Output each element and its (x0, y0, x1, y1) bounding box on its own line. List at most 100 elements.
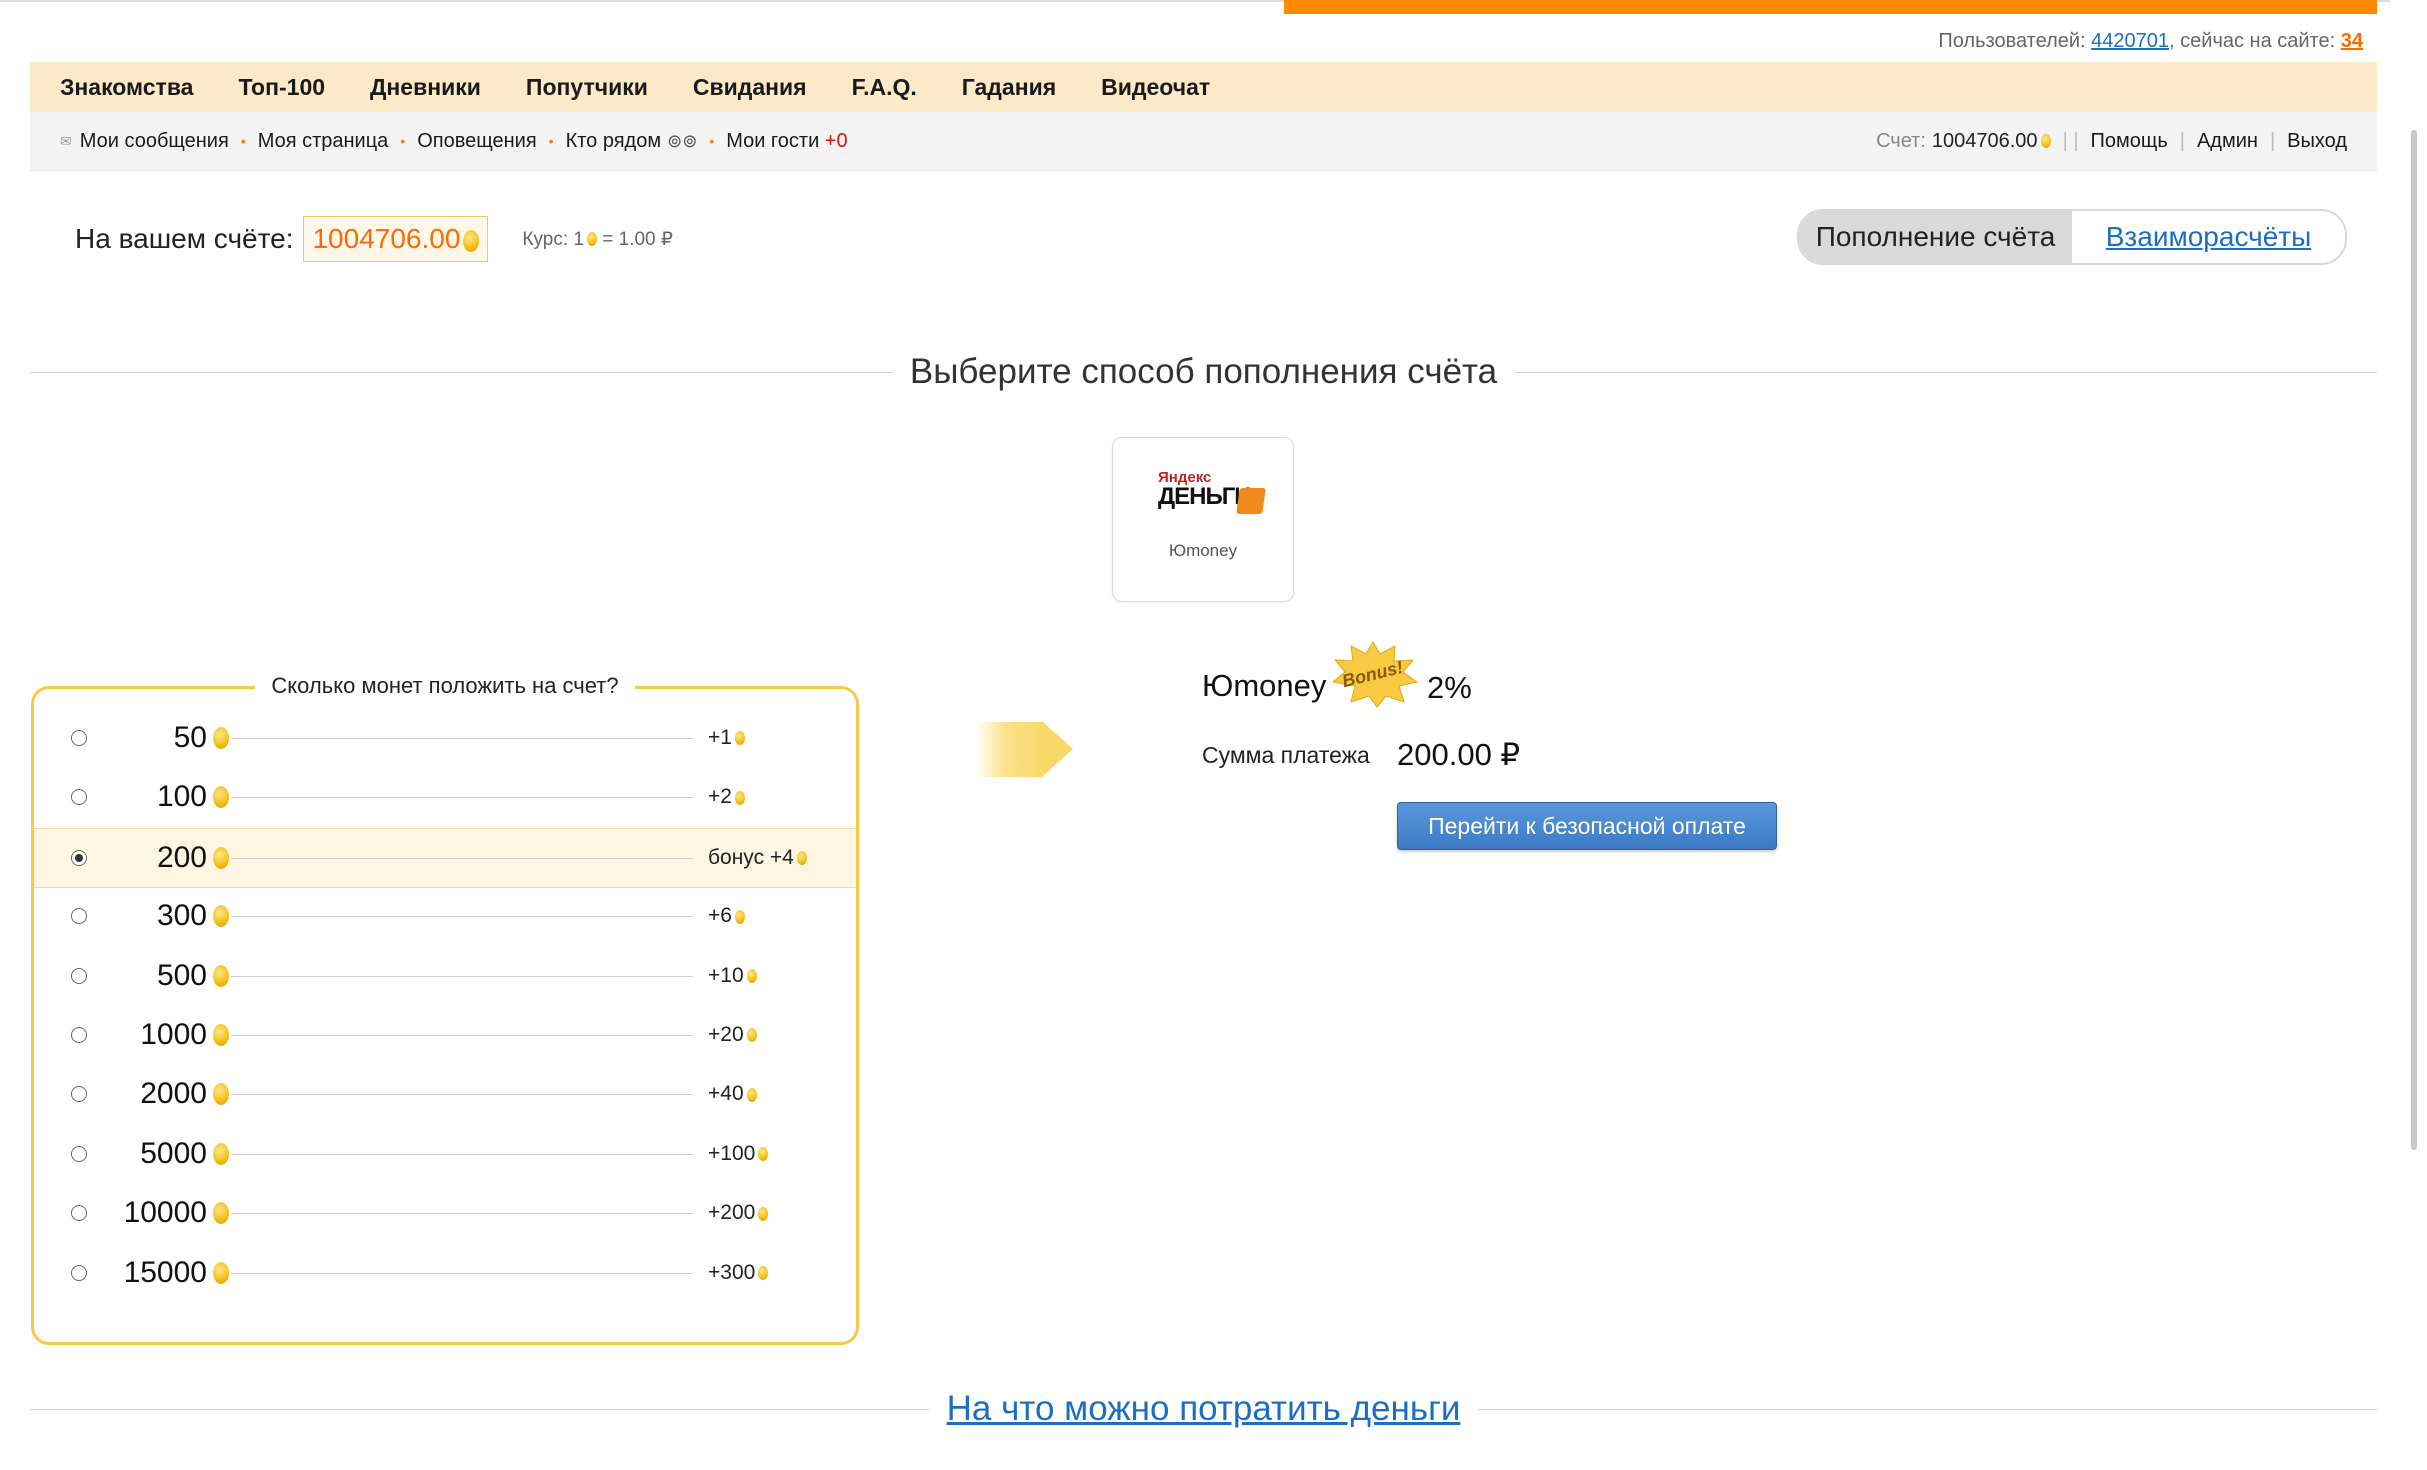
coin-icon (586, 232, 597, 247)
nav-item-top100[interactable]: Топ-100 (238, 74, 325, 101)
logout-link[interactable]: Выход (2287, 130, 2347, 153)
coin-option-row[interactable]: 200 бонус +4 (34, 827, 856, 888)
coins-amount-panel: Сколько монет положить на счет? 50 +1 100 +… (31, 673, 859, 1345)
binoculars-icon: ⊚⊚ (667, 130, 698, 151)
admin-link[interactable]: Админ (2197, 130, 2258, 153)
coin-bonus-text: бонус +4 (708, 845, 794, 869)
payment-method-card[interactable]: Яндекс ДЕНЬГИ Юmoney (1112, 437, 1294, 602)
nav-item-faq[interactable]: F.A.Q. (852, 74, 917, 101)
my-guests-link[interactable]: Мои гости +0 (726, 130, 847, 153)
coin-bonus-text: +100 (708, 1141, 756, 1165)
divider-line (30, 371, 892, 373)
secure-payment-button[interactable]: Перейти к безопасной оплате (1397, 802, 1777, 850)
separator-dot: • (240, 133, 246, 149)
balance-value-box: 1004706.00 (303, 216, 489, 262)
coin-option-row[interactable]: 50 +1 (34, 709, 856, 767)
coin-amount: 500 (156, 958, 207, 992)
row-leader-line (231, 1094, 693, 1096)
coin-bonus: +100 (708, 1141, 769, 1166)
coin-icon (758, 1266, 769, 1281)
orange-accent-strip (1284, 0, 2377, 14)
coin-bonus: +300 (708, 1261, 769, 1285)
coins-legend-text: Сколько монет положить на счет? (255, 673, 635, 698)
bonus-star-icon: Bonus! (1331, 641, 1419, 708)
amount-radio[interactable] (71, 1205, 87, 1222)
my-page-link[interactable]: Моя страница (258, 130, 389, 153)
amount-radio[interactable] (71, 908, 87, 925)
coin-option-row[interactable]: 100 +2 (34, 768, 856, 826)
coin-bonus: +1 (708, 726, 745, 750)
balance-label: На вашем счёте: (75, 223, 294, 254)
coin-icon (213, 1261, 229, 1284)
coin-amount: 1000 (140, 1018, 207, 1051)
wallet-icon (1236, 488, 1266, 514)
amount-radio[interactable] (71, 1086, 87, 1103)
coin-option-row[interactable]: 2000 +40 (34, 1065, 856, 1123)
coin-amount: 300 (156, 899, 207, 933)
sub-nav: ✉ Мои сообщения • Моя страница • Оповеще… (30, 112, 2377, 171)
coin-option-row[interactable]: 1000 +20 (34, 1006, 856, 1064)
divider-line (1478, 1408, 2377, 1410)
spend-money-link[interactable]: На что можно потратить деньги (929, 1389, 1479, 1429)
amount-radio[interactable] (71, 849, 87, 866)
section-heading: Выберите способ пополнения счёта (30, 352, 2378, 392)
row-leader-line (231, 857, 693, 859)
coin-icon (758, 1147, 769, 1162)
coin-option-row[interactable]: 5000 +100 (34, 1125, 856, 1183)
nav-item-znakomstva[interactable]: Знакомства (60, 74, 193, 101)
coin-amount: 100 (156, 780, 207, 814)
amount-radio[interactable] (71, 1027, 87, 1043)
payment-sum-label: Сумма платежа (1202, 742, 1370, 768)
rate-suffix: = 1.00 ₽ (602, 228, 673, 250)
coin-option-row[interactable]: 10000 +200 (34, 1184, 856, 1242)
nav-item-dates[interactable]: Свидания (693, 74, 807, 101)
coin-icon (213, 964, 229, 987)
nav-item-fortune[interactable]: Гадания (962, 74, 1056, 101)
coin-option-row[interactable]: 500 +10 (34, 947, 856, 1005)
scrollbar[interactable] (2390, 0, 2427, 1470)
exchange-rate: Курс: 1 = 1.00 ₽ (522, 228, 673, 251)
my-messages-link[interactable]: Мои сообщения (80, 130, 229, 153)
row-leader-line (231, 975, 693, 977)
coin-amount: 5000 (140, 1136, 207, 1170)
coin-bonus: +2 (708, 785, 745, 809)
users-count-link[interactable]: 4420701 (2091, 30, 2169, 52)
amount-radio[interactable] (71, 1264, 87, 1281)
online-count-link[interactable]: 34 (2341, 30, 2363, 52)
coin-bonus-text: +40 (708, 1082, 744, 1106)
row-leader-line (231, 797, 693, 799)
amount-radio[interactable] (71, 1145, 87, 1162)
nav-item-travel-mates[interactable]: Попутчики (526, 74, 648, 101)
payment-sum-value: 200.00 ₽ (1397, 737, 1521, 772)
separator-dot: • (400, 133, 406, 149)
notifications-link[interactable]: Оповещения (417, 130, 536, 153)
coin-bonus-text: +2 (708, 785, 732, 809)
footer-row: На что можно потратить деньги (30, 1384, 2377, 1434)
amount-radio[interactable] (71, 730, 87, 746)
guests-count: +0 (824, 129, 848, 152)
envelope-icon: ✉ (60, 132, 72, 149)
amount-radio[interactable] (71, 967, 87, 984)
coin-option-row[interactable]: 300 +6 (34, 887, 856, 945)
nav-item-videochat[interactable]: Видеочат (1101, 74, 1210, 101)
nearby-link[interactable]: Кто рядом (566, 130, 662, 153)
nav-item-diaries[interactable]: Дневники (370, 74, 481, 101)
coin-option-row[interactable]: 15000 +300 (34, 1244, 856, 1302)
coin-icon (758, 1206, 769, 1221)
scrollbar-thumb[interactable] (2411, 130, 2417, 1150)
tab-settlements[interactable]: Взаиморасчёты (2072, 211, 2345, 263)
divider-line (1515, 371, 2378, 373)
tab-top-up[interactable]: Пополнение счёта (1799, 211, 2072, 263)
main-nav: Знакомства Топ-100 Дневники Попутчики Св… (30, 62, 2377, 112)
coin-amount: 50 (173, 721, 207, 754)
help-link[interactable]: Помощь (2091, 130, 2168, 153)
row-leader-line (231, 738, 693, 739)
row-leader-line (231, 1035, 693, 1036)
separator-pipe: | | (2062, 129, 2079, 152)
coin-icon (734, 790, 745, 805)
section-title: Выберите способ пополнения счёта (909, 352, 1498, 391)
separator-dot: • (548, 133, 554, 149)
coin-amount: 10000 (123, 1196, 207, 1230)
balance-row: На вашем счёте: 1004706.00 Курс: 1 = 1.0… (75, 216, 673, 262)
amount-radio[interactable] (71, 789, 87, 806)
